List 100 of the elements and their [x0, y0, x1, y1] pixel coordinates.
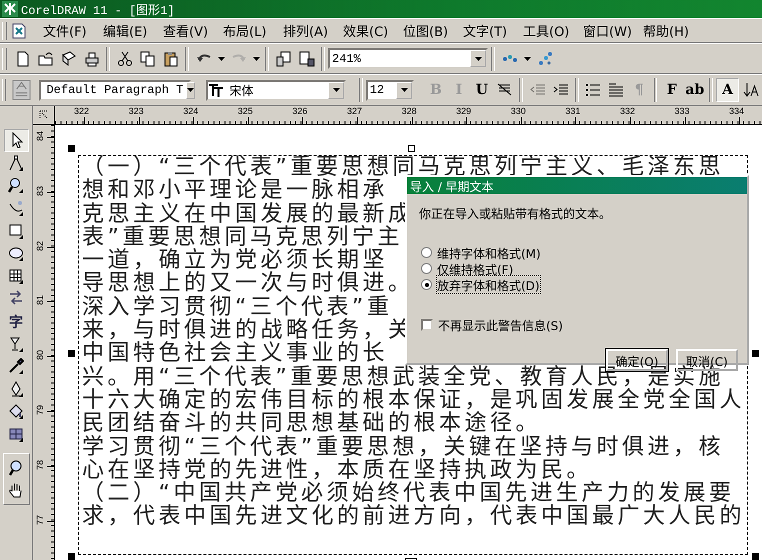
pointer-tool[interactable] [4, 129, 28, 152]
ruler-label: 83 [35, 186, 45, 196]
caret-icon [524, 56, 530, 60]
selection-handle[interactable] [68, 350, 75, 357]
ruler-label: 328 [402, 106, 417, 116]
ruler-label: 330 [510, 106, 526, 116]
scissors-icon [116, 50, 132, 66]
text-line: 深入学习贯彻“三个代表”重 [81, 296, 392, 320]
ruler-label: 79 [35, 404, 45, 415]
text-line: 表”重要思想同马克思列宁主 [81, 226, 403, 250]
ruler-label: 322 [74, 106, 90, 116]
text-line: 想和邓小平理论是一脉相承 [81, 179, 388, 203]
window-title: CorelDRAW 11 - [图形1] [21, 3, 175, 18]
radio-button[interactable] [421, 279, 432, 290]
menu-item[interactable]: 工具(O) [523, 21, 583, 40]
text-line: 心在坚持党的先进性，本质在坚持执政为民。 [81, 458, 592, 482]
menu-item[interactable]: 布局(L) [223, 21, 283, 40]
save-icon [60, 50, 76, 66]
text-line: 一道，确立为党必须长期坚 [81, 249, 388, 272]
menu-item[interactable]: 排列(A) [283, 21, 343, 40]
selection-handle[interactable] [752, 350, 759, 357]
ruler-label: 325 [238, 106, 253, 116]
checkbox-label[interactable]: 不再显示此警告信息(S) [438, 316, 563, 333]
paint-bucket-icon [8, 403, 24, 420]
font-size-combo[interactable]: 12 [366, 80, 414, 100]
menu-item[interactable]: 效果(C) [343, 21, 403, 40]
eyedropper-icon [8, 358, 24, 374]
format-button[interactable]: U [470, 78, 494, 102]
text-align-icon [608, 82, 624, 98]
ruler-label: 323 [128, 106, 144, 116]
text-style-icon [12, 79, 32, 101]
ruler-origin-icon [38, 110, 48, 120]
ruler-label: 82 [35, 240, 45, 251]
radio-label[interactable]: 仅维持格式(F) [437, 260, 514, 277]
menu-item[interactable]: 查看(V) [163, 21, 223, 40]
menu-item[interactable]: 编辑(E) [103, 21, 163, 40]
copy-icon [140, 50, 156, 66]
bullet-list-icon [585, 82, 602, 98]
selection-handle[interactable] [752, 553, 759, 560]
ruler-label: 332 [620, 106, 635, 116]
goblet-icon [8, 336, 24, 352]
radio-button[interactable] [421, 263, 432, 274]
export-icon [298, 50, 314, 66]
caret-icon [218, 56, 224, 60]
text-line: 十六大确定的宏伟目标的根本保证，是巩固发展全党全国人 [81, 388, 745, 412]
radio-label[interactable]: 放弃字体和格式(D) [437, 276, 540, 293]
text-line: 导思想上的又一次与时俱进。 [81, 272, 414, 296]
radio-button[interactable] [421, 247, 432, 258]
menu-item[interactable]: 文字(T) [463, 21, 523, 40]
import-icon [276, 50, 292, 66]
ruler-label: 324 [183, 106, 198, 116]
format-button[interactable]: F [660, 78, 684, 102]
dialog-message: 你正在导入或粘贴带有格式的文本。 [419, 206, 612, 221]
ruler-label: 84 [35, 131, 45, 141]
menu-item[interactable]: 位图(B) [403, 21, 463, 40]
dropdown-arrow-icon [187, 88, 194, 92]
ruler-label: 333 [674, 106, 690, 116]
checkbox[interactable] [421, 318, 433, 330]
ellipse-icon [8, 245, 24, 262]
text-style-button[interactable] [10, 78, 34, 102]
hand-icon [8, 482, 24, 498]
dropdown-arrow-icon [474, 56, 482, 60]
magnifier-icon [8, 460, 24, 476]
blend-icon [8, 290, 24, 306]
menu-item[interactable]: 窗口(W) [583, 21, 643, 40]
shape-tool-icon [8, 154, 24, 171]
grid-icon [8, 268, 24, 284]
vertical-text-icon [742, 82, 759, 98]
font-combo[interactable]: 宋体 [206, 80, 346, 100]
selection-handle[interactable] [68, 145, 75, 152]
text-tool-button[interactable]: 字 [4, 310, 28, 332]
rectangle-icon [8, 222, 24, 239]
ruler-label: 326 [292, 106, 308, 116]
magnifier-icon [8, 177, 24, 194]
selection-handle[interactable] [408, 145, 415, 152]
ruler-label: 81 [35, 295, 45, 306]
menu-item[interactable]: 文件(F) [43, 21, 103, 40]
paste-icon [162, 50, 178, 66]
truetype-icon [208, 83, 224, 97]
selection-handle[interactable] [68, 553, 75, 560]
zoom-combo[interactable]: 241% [328, 48, 488, 69]
dropdown-arrow-icon [332, 88, 340, 92]
dropdown-arrow-icon [400, 88, 408, 92]
radio-label[interactable]: 维持字体和格式(M) [437, 244, 541, 261]
strikethrough-icon [496, 82, 513, 98]
text-line: 求，代表中国先进文化的前进方向，代表中国最广大人民的 [81, 505, 745, 529]
text-line: （二）“中国共产党必须始终代表中国先进生产力的发展要 [81, 482, 734, 506]
ruler-label: 77 [35, 514, 45, 525]
text-line: 民团结奋斗的共同思想基础的根本途径。 [81, 412, 541, 436]
ruler-label: 327 [346, 106, 362, 116]
caret-icon [252, 56, 260, 60]
format-button[interactable]: A [716, 78, 740, 102]
dialog-title: 导入 / 早期文本 [407, 177, 747, 194]
curve-tool-icon [8, 200, 24, 216]
format-button[interactable]: ab [683, 78, 706, 102]
sparkle-icon [536, 50, 552, 66]
mesh-grid-icon [8, 426, 24, 442]
new-file-icon [14, 50, 30, 66]
text-line: 中国特色社会主义事业的长 [81, 342, 388, 366]
menu-item[interactable]: 帮助(H) [643, 21, 703, 40]
